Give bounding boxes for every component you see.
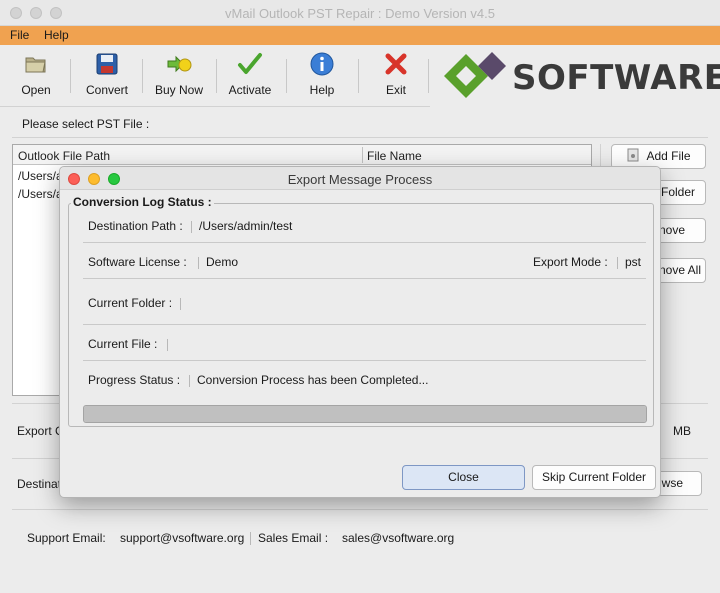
- logo-diamond-icon: [444, 52, 506, 98]
- menubar: File Help: [0, 26, 720, 45]
- footer-separator: [250, 532, 251, 545]
- folder-open-icon: [25, 57, 46, 73]
- toolbar-separator: [216, 59, 217, 93]
- column-separator: [362, 147, 363, 163]
- menu-help[interactable]: Help: [44, 28, 69, 42]
- destination-label: Destinat: [17, 477, 62, 491]
- buy-now-label: Buy Now: [154, 83, 204, 97]
- remove-label: nove: [658, 223, 685, 237]
- toolbar-separator: [286, 59, 287, 93]
- toolbar-separator: [428, 59, 429, 93]
- toolbar-bottom-divider: [0, 106, 430, 107]
- progress-status-value: Conversion Process has been Completed...: [197, 373, 429, 387]
- table-row[interactable]: /Users/a: [18, 187, 63, 201]
- table-row[interactable]: /Users/a: [18, 169, 63, 183]
- buy-arrow-coin-icon: [167, 55, 192, 73]
- red-x-icon: [385, 53, 407, 75]
- field-separator: [180, 298, 181, 310]
- export-mode-value: pst: [625, 255, 642, 269]
- remove-all-label: nove All: [658, 263, 701, 277]
- conversion-log-title: Conversion Log Status :: [71, 195, 214, 209]
- software-license-value: Demo: [206, 255, 239, 269]
- open-button[interactable]: Open: [14, 51, 58, 103]
- main-titlebar: vMail Outlook PST Repair : Demo Version …: [0, 0, 720, 26]
- row-divider: [83, 242, 646, 243]
- destination-path-label: Destination Path :: [88, 219, 183, 233]
- toolbar-separator: [70, 59, 71, 93]
- convert-button[interactable]: Convert: [84, 51, 130, 103]
- skip-current-folder-button[interactable]: Skip Current Folder: [532, 465, 656, 490]
- size-unit-label: MB: [673, 424, 691, 438]
- field-separator: [617, 257, 618, 269]
- buy-now-button[interactable]: Buy Now: [152, 51, 206, 103]
- software-license-label: Software License :: [88, 255, 187, 269]
- column-header-path[interactable]: Outlook File Path: [18, 149, 110, 163]
- conversion-log-group: [68, 203, 654, 427]
- row-divider: [83, 360, 646, 361]
- info-icon: [310, 52, 334, 76]
- progress-bar-fill: [84, 406, 646, 422]
- field-separator: [191, 221, 192, 233]
- row-divider: [83, 324, 646, 325]
- table-header: Outlook File Path File Name: [13, 145, 591, 165]
- export-mode-label: Export Mode :: [533, 255, 608, 269]
- sales-email-label: Sales Email :: [258, 531, 329, 545]
- toolbar-separator: [142, 59, 143, 93]
- activate-button[interactable]: Activate: [226, 51, 274, 103]
- export-message-dialog: Export Message Process Conversion Log St…: [59, 166, 661, 498]
- menu-file[interactable]: File: [10, 28, 29, 42]
- close-button[interactable]: Close: [402, 465, 525, 490]
- section-divider: [12, 137, 708, 138]
- current-folder-label: Current Folder :: [88, 296, 173, 310]
- convert-label: Convert: [85, 83, 129, 97]
- skip-current-folder-label: Skip Current Folder: [541, 470, 647, 484]
- dialog-title: Export Message Process: [287, 172, 433, 187]
- floppy-disk-icon: [96, 53, 118, 75]
- checkmark-icon: [238, 53, 262, 74]
- support-email-label: Support Email:: [27, 531, 106, 545]
- file-icon: [627, 148, 639, 162]
- toolbar-separator: [358, 59, 359, 93]
- logo-text: SOFTWARE: [512, 58, 720, 98]
- browse-label: wse: [661, 476, 683, 490]
- exit-label: Exit: [385, 83, 406, 97]
- open-label: Open: [21, 83, 51, 97]
- support-email-link[interactable]: support@vsoftware.org: [120, 531, 244, 545]
- column-header-name[interactable]: File Name: [367, 149, 422, 163]
- select-pst-label: Please select PST File :: [22, 117, 150, 131]
- destination-path-value: /Users/admin/test: [199, 219, 293, 233]
- field-separator: [189, 375, 190, 387]
- activate-label: Activate: [228, 83, 272, 97]
- help-label: Help: [309, 83, 335, 97]
- row-divider: [83, 278, 646, 279]
- exit-button[interactable]: Exit: [374, 51, 418, 103]
- add-file-label: Add File: [646, 149, 691, 163]
- field-separator: [167, 339, 168, 351]
- company-logo: SOFTWARE: [442, 50, 720, 102]
- section-divider: [12, 509, 708, 510]
- progress-bar: [83, 405, 647, 423]
- add-folder-label: Folder: [660, 185, 695, 199]
- progress-status-label: Progress Status :: [88, 373, 181, 387]
- help-button[interactable]: Help: [300, 51, 344, 103]
- window-title: vMail Outlook PST Repair : Demo Version …: [225, 6, 495, 21]
- sales-email-link[interactable]: sales@vsoftware.org: [342, 531, 454, 545]
- dialog-titlebar: Export Message Process: [60, 167, 660, 190]
- close-button-label: Close: [448, 470, 479, 484]
- current-file-label: Current File :: [88, 337, 158, 351]
- export-option-label: Export C: [17, 424, 64, 438]
- field-separator: [198, 257, 199, 269]
